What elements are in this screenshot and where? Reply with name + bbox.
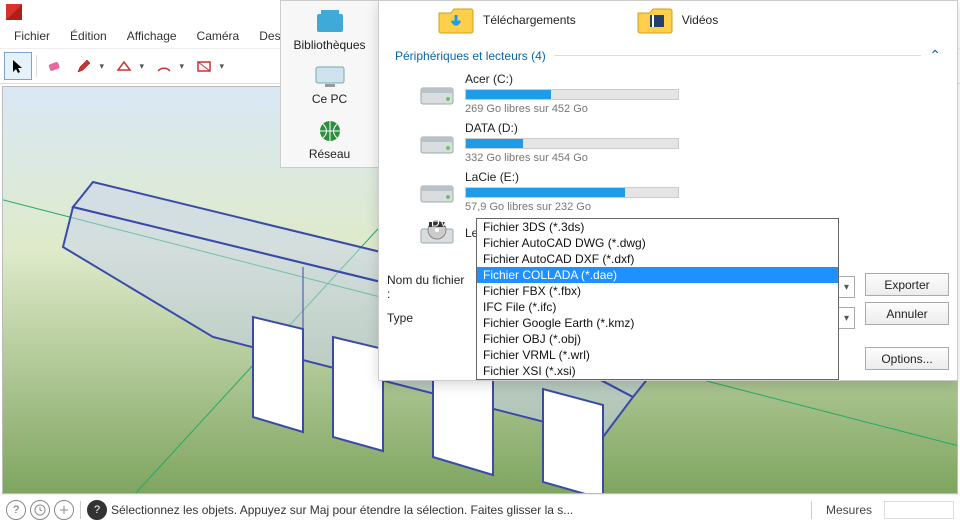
shortcut-videos[interactable]: Vidéos bbox=[636, 5, 718, 35]
sketchup-logo-icon bbox=[6, 4, 22, 20]
place-this-pc-label: Ce PC bbox=[312, 92, 347, 106]
place-network[interactable]: Réseau bbox=[282, 112, 378, 167]
drive-item[interactable]: Acer (C:) 269 Go libres sur 452 Go bbox=[419, 72, 679, 115]
dialog-places-panel: Bibliothèques Ce PC Réseau bbox=[280, 0, 378, 168]
arc-tool[interactable] bbox=[151, 52, 189, 80]
chevron-up-icon: ⌃ bbox=[929, 47, 947, 64]
drive-free-text: 332 Go libres sur 454 Go bbox=[465, 152, 679, 164]
select-tool[interactable] bbox=[4, 52, 32, 80]
shortcut-videos-label: Vidéos bbox=[682, 13, 718, 27]
svg-text:DVD: DVD bbox=[431, 219, 455, 230]
drives-group-label: Périphériques et lecteurs (4) bbox=[395, 49, 546, 63]
status-icon-2[interactable] bbox=[30, 500, 50, 520]
rectangle-tool[interactable] bbox=[111, 52, 149, 80]
eraser-tool[interactable] bbox=[41, 52, 69, 80]
filetype-option[interactable]: Fichier OBJ (*.obj) bbox=[477, 331, 838, 347]
filetype-option[interactable]: Fichier AutoCAD DXF (*.dxf) bbox=[477, 251, 838, 267]
status-sep bbox=[80, 501, 81, 519]
filetype-option[interactable]: Fichier AutoCAD DWG (*.dwg) bbox=[477, 235, 838, 251]
toolbar-sep bbox=[36, 55, 37, 77]
filetype-option[interactable]: IFC File (*.ifc) bbox=[477, 299, 838, 315]
status-hint: Sélectionnez les objets. Appuyez sur Maj… bbox=[111, 503, 805, 517]
place-this-pc[interactable]: Ce PC bbox=[282, 58, 378, 113]
cancel-button[interactable]: Annuler bbox=[865, 302, 949, 325]
drive-item[interactable]: LaCie (E:) 57,9 Go libres sur 232 Go bbox=[419, 170, 679, 213]
drive-name: DATA (D:) bbox=[465, 121, 679, 135]
filetype-option[interactable]: Fichier COLLADA (*.dae) bbox=[477, 267, 838, 283]
place-libraries[interactable]: Bibliothèques bbox=[282, 3, 378, 58]
type-label: Type bbox=[387, 311, 479, 325]
status-icon-3[interactable] bbox=[54, 500, 74, 520]
drive-item[interactable]: DATA (D:) 332 Go libres sur 454 Go bbox=[419, 121, 679, 164]
drive-name: LaCie (E:) bbox=[465, 170, 679, 184]
drive-usage-bar bbox=[465, 187, 679, 198]
export-button[interactable]: Exporter bbox=[865, 273, 949, 296]
filetype-option[interactable]: Fichier VRML (*.wrl) bbox=[477, 347, 838, 363]
menu-affichage[interactable]: Affichage bbox=[117, 25, 187, 47]
pencil-tool[interactable] bbox=[71, 52, 109, 80]
measures-field[interactable] bbox=[884, 501, 954, 519]
filetype-option[interactable]: Fichier 3DS (*.3ds) bbox=[477, 219, 838, 235]
filetype-dropdown[interactable]: Fichier 3DS (*.3ds)Fichier AutoCAD DWG (… bbox=[476, 218, 839, 380]
shortcut-downloads[interactable]: Téléchargements bbox=[437, 5, 576, 35]
filetype-option[interactable]: Fichier Google Earth (*.kmz) bbox=[477, 315, 838, 331]
filename-label: Nom du fichier : bbox=[387, 273, 479, 301]
drives-group-header[interactable]: Périphériques et lecteurs (4) ⌃ bbox=[387, 41, 949, 68]
menu-fichier[interactable]: Fichier bbox=[4, 25, 60, 47]
drive-usage-bar bbox=[465, 138, 679, 149]
drive-usage-bar bbox=[465, 89, 679, 100]
place-libraries-label: Bibliothèques bbox=[293, 38, 365, 52]
menu-edition[interactable]: Édition bbox=[60, 25, 117, 47]
menu-camera[interactable]: Caméra bbox=[187, 25, 250, 47]
status-bar: ? ? Sélectionnez les objets. Appuyez sur… bbox=[0, 494, 960, 524]
shortcut-downloads-label: Téléchargements bbox=[483, 13, 576, 27]
drive-free-text: 269 Go libres sur 452 Go bbox=[465, 103, 679, 115]
place-network-label: Réseau bbox=[309, 147, 350, 161]
options-button[interactable]: Options... bbox=[865, 347, 949, 370]
measures-label: Mesures bbox=[818, 503, 880, 517]
help-icon[interactable]: ? bbox=[87, 500, 107, 520]
status-sep-2 bbox=[811, 501, 812, 519]
filetype-option[interactable]: Fichier FBX (*.fbx) bbox=[477, 283, 838, 299]
drive-name: Acer (C:) bbox=[465, 72, 679, 86]
drive-free-text: 57,9 Go libres sur 232 Go bbox=[465, 201, 679, 213]
shape-tool[interactable] bbox=[191, 52, 229, 80]
status-icon-1[interactable]: ? bbox=[6, 500, 26, 520]
filetype-option[interactable]: Fichier XSI (*.xsi) bbox=[477, 363, 838, 379]
